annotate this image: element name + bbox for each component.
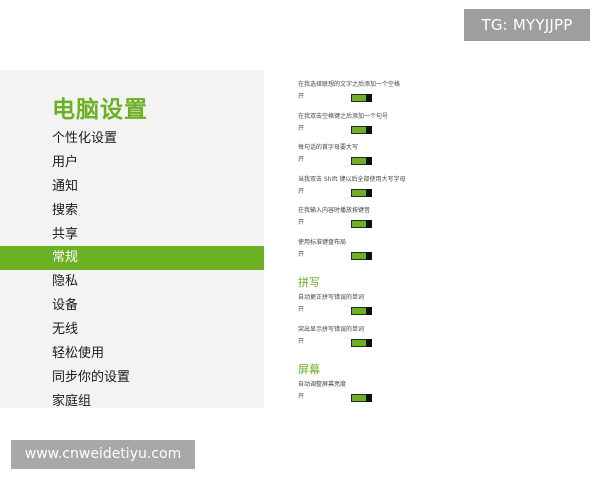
settings-nav-panel: 电脑设置 个性化设置 用户 通知 搜索 共享 常规 隐私 设备 无线 轻松使用 … xyxy=(0,70,264,409)
setting-row-auto-brightness: 自动调整屏幕亮度 开 xyxy=(298,380,418,412)
setting-label: 自动调整屏幕亮度 xyxy=(298,381,347,388)
toggle-switch[interactable] xyxy=(351,220,372,228)
setting-row-capitalize: 每句话的首字母要大写 开 xyxy=(298,143,418,175)
toggle-knob xyxy=(366,307,372,315)
setting-row-key-sound: 在我输入内容时播放按键音 开 xyxy=(298,206,418,238)
section-header-spelling: 拼写 xyxy=(298,276,320,289)
nav-item-share[interactable]: 共享 xyxy=(0,223,264,247)
toggle-knob xyxy=(366,157,372,165)
toggle-knob xyxy=(366,188,372,197)
nav-item-users[interactable]: 用户 xyxy=(0,151,264,175)
general-settings-panel: 在我选择联想的文字之后添加一个空格 开 在我双击空格键之后添加一个句号 开 每句… xyxy=(298,80,418,412)
setting-row-autocorrect: 自动更正拼写错误的单词 开 xyxy=(298,293,418,325)
toggle-knob xyxy=(366,220,372,228)
nav-item-general[interactable]: 常规 xyxy=(0,246,264,271)
toggle-switch[interactable] xyxy=(351,188,372,197)
section-header-screen: 屏幕 xyxy=(298,363,320,376)
toggle-switch[interactable] xyxy=(351,307,372,315)
setting-label: 每句话的首字母要大写 xyxy=(298,144,359,151)
setting-label: 在我选择联想的文字之后添加一个空格 xyxy=(298,81,401,88)
setting-label: 在我输入内容时播放按键音 xyxy=(298,207,371,214)
page-title: 电脑设置 xyxy=(52,97,148,123)
setting-row-highlight-misspelled: 突出显示拼写错误的单词 开 xyxy=(298,325,418,357)
toggle-knob xyxy=(366,251,372,260)
nav-item-privacy[interactable]: 隐私 xyxy=(0,270,264,294)
toggle-switch[interactable] xyxy=(351,157,372,165)
setting-row-caps-lock: 当我双击 Shift 键以后全部使用大写字母 开 xyxy=(298,175,418,207)
setting-label: 在我双击空格键之后添加一个句号 xyxy=(298,112,389,120)
nav-item-devices[interactable]: 设备 xyxy=(0,294,264,318)
toggle-switch[interactable] xyxy=(351,125,372,134)
nav-item-personalization[interactable]: 个性化设置 xyxy=(0,127,264,151)
toggle-knob xyxy=(366,125,372,134)
toggle-switch[interactable] xyxy=(351,94,372,102)
tg-badge: TG: MYYJJPP xyxy=(464,9,590,41)
toggle-knob xyxy=(366,338,372,347)
setting-row-add-period: 在我双击空格键之后添加一个句号 开 xyxy=(298,112,418,144)
setting-label: 当我双击 Shift 键以后全部使用大写字母 xyxy=(298,175,406,183)
nav-item-notifications[interactable]: 通知 xyxy=(0,175,264,199)
toggle-switch[interactable] xyxy=(351,394,372,402)
nav-item-homegroup[interactable]: 家庭组 xyxy=(0,390,264,414)
toggle-switch[interactable] xyxy=(351,338,372,347)
setting-label: 使用标准键盘布局 xyxy=(298,238,347,246)
toggle-knob xyxy=(366,394,372,402)
nav-item-search[interactable]: 搜索 xyxy=(0,199,264,223)
toggle-knob xyxy=(366,94,372,102)
nav-item-wireless[interactable]: 无线 xyxy=(0,318,264,342)
watermark-url: www.cnweidetiyu.com xyxy=(11,440,195,469)
setting-label: 突出显示拼写错误的单词 xyxy=(298,325,365,333)
setting-row-standard-layout: 使用标准键盘布局 开 xyxy=(298,238,418,270)
nav-item-ease-of-access[interactable]: 轻松使用 xyxy=(0,342,264,366)
setting-row-add-space: 在我选择联想的文字之后添加一个空格 开 xyxy=(298,80,418,112)
setting-label: 自动更正拼写错误的单词 xyxy=(298,294,365,301)
settings-nav-list: 个性化设置 用户 通知 搜索 共享 常规 隐私 设备 无线 轻松使用 同步你的设… xyxy=(0,127,264,414)
nav-item-sync-settings[interactable]: 同步你的设置 xyxy=(0,366,264,390)
toggle-switch[interactable] xyxy=(351,251,372,260)
